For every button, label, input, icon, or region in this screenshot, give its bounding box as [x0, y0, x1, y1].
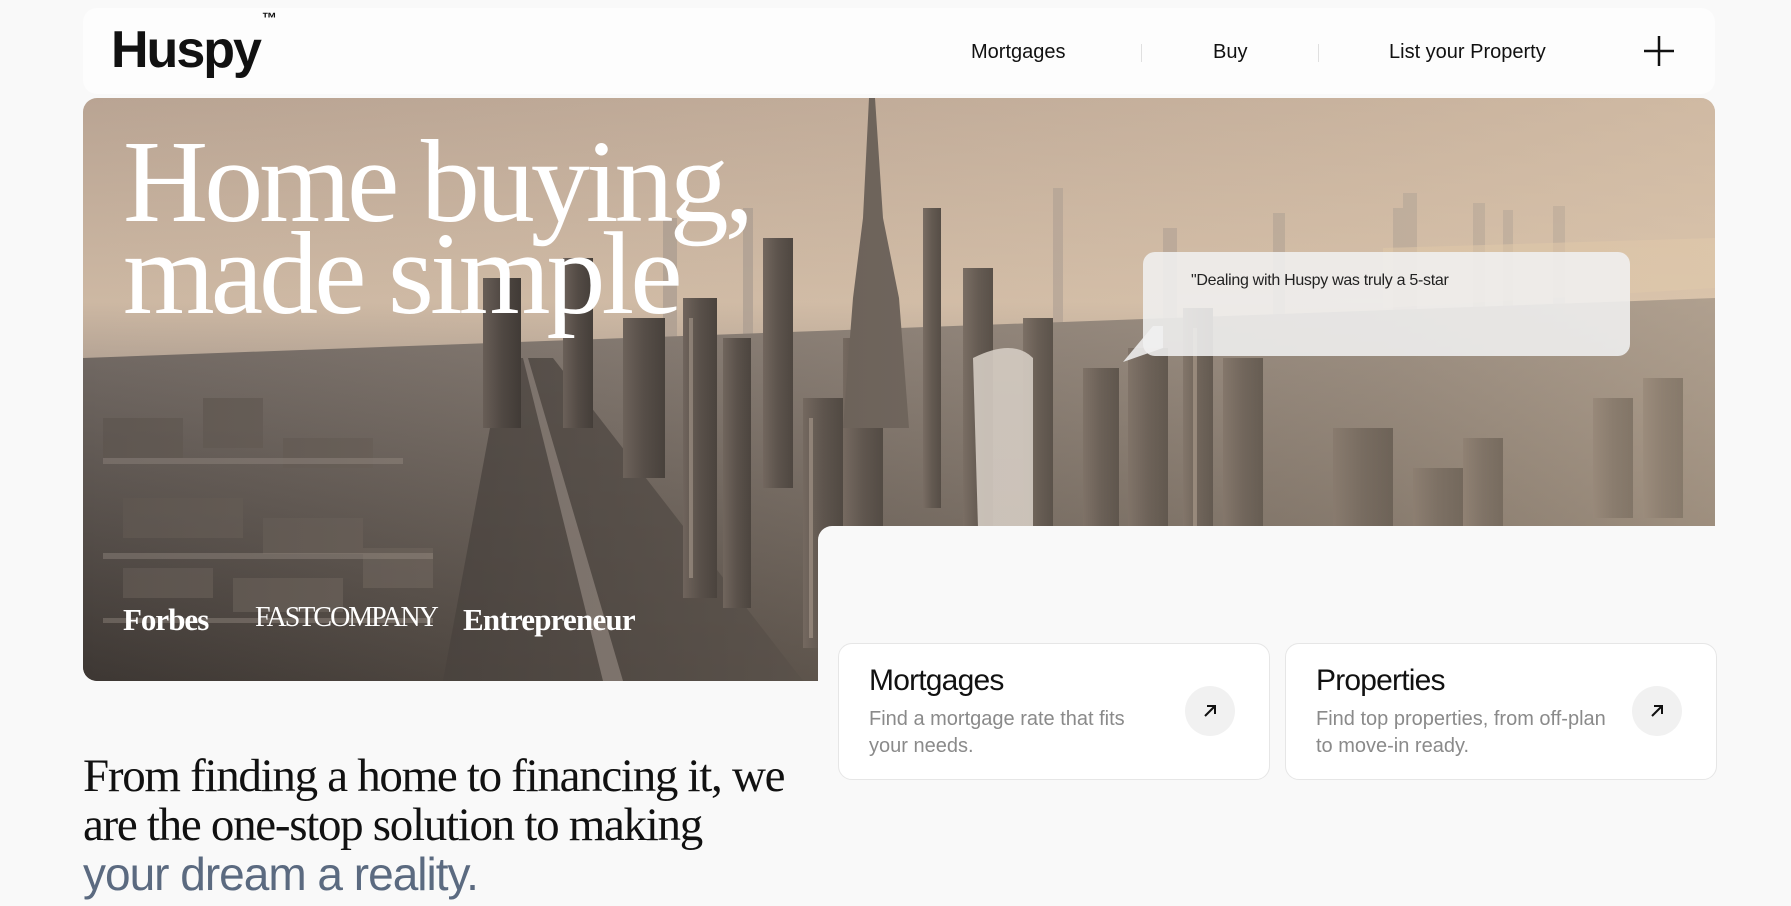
- nav-divider: [1141, 44, 1142, 62]
- nav-link-mortgages[interactable]: Mortgages: [971, 42, 1066, 62]
- testimonial-bubble: "Dealing with Huspy was truly a 5-star: [1143, 252, 1630, 356]
- arrow-up-right-icon[interactable]: [1632, 686, 1682, 736]
- card-title: Mortgages: [869, 664, 1004, 697]
- tagline-accent: your dream a reality.: [83, 848, 479, 900]
- hero-headline-line2: made simple: [123, 208, 683, 339]
- forbes-logo: Forbes: [123, 602, 209, 637]
- testimonial-text: "Dealing with Huspy was truly a 5-star: [1191, 272, 1449, 289]
- hero-section: Home buying, made simple Forbes FASTCOMP…: [83, 98, 1717, 780]
- top-navbar: Huspy™ Mortgages Buy List your Property: [83, 8, 1715, 94]
- huspy-logo[interactable]: Huspy™: [111, 11, 277, 79]
- card-title: Properties: [1316, 664, 1446, 697]
- brand-name[interactable]: Huspy: [111, 21, 262, 79]
- nav-link-list-your-property[interactable]: List your Property: [1389, 42, 1546, 62]
- fastcompany-logo: FASTCOMPANY: [255, 602, 439, 633]
- mortgages-card[interactable]: Mortgages Find a mortgage rate that fits…: [838, 643, 1270, 780]
- arrow-up-right-icon[interactable]: [1185, 686, 1235, 736]
- trademark-symbol: ™: [261, 9, 277, 27]
- card-description: Find a mortgage rate that fits your need…: [869, 708, 1125, 757]
- nav-divider: [1318, 44, 1319, 62]
- properties-card[interactable]: Properties Find top properties, from off…: [1285, 643, 1717, 780]
- hero-headline: Home buying, made simple: [123, 123, 754, 333]
- nav-link-buy[interactable]: Buy: [1213, 42, 1247, 62]
- entrepreneur-logo: Entrepreneur: [463, 602, 636, 637]
- plus-icon[interactable]: [1640, 32, 1678, 70]
- card-description: Find top properties, from off-plan to mo…: [1316, 708, 1606, 757]
- tagline-text: From finding a home to financing it, we …: [83, 750, 785, 851]
- tagline: From finding a home to financing it, we …: [83, 752, 843, 900]
